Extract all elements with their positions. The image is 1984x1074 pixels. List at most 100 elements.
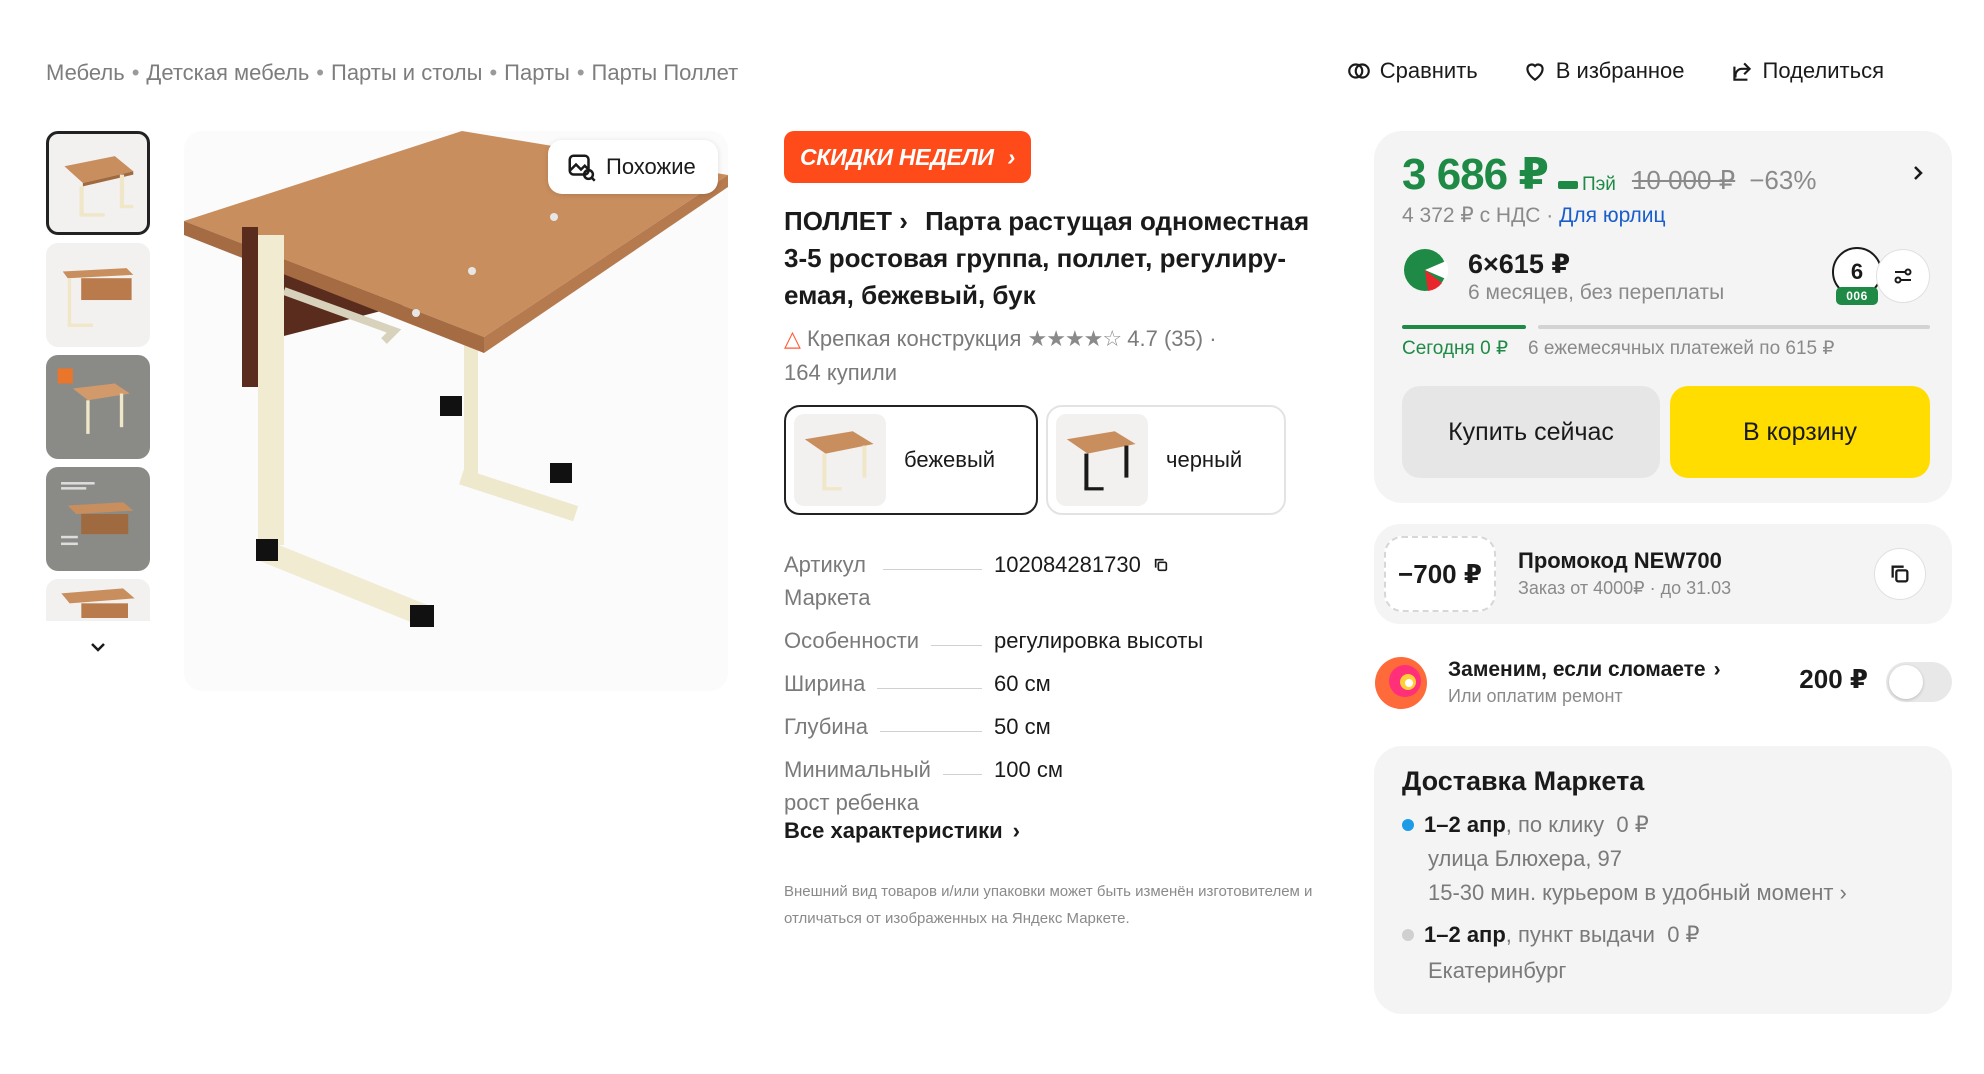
courier-date: 1–2 апр [1424, 812, 1506, 837]
product-actions: Сравнить В избранное Поделиться [1346, 58, 1884, 84]
courier-delivery-option[interactable]: 1–2 апр, по клику 0 ₽ [1402, 812, 1649, 838]
pay-price-tag: Пэй [1557, 174, 1616, 196]
spec-value: 102084281730 [994, 548, 1169, 581]
spec-name: Артикул Маркета [784, 548, 994, 614]
copy-icon[interactable] [1153, 557, 1169, 573]
chevron-right-icon: › [1839, 880, 1847, 905]
status-dot [1402, 819, 1414, 831]
discount-percent: −63% [1749, 165, 1817, 195]
protection-toggle[interactable] [1886, 662, 1952, 702]
courier-time-link[interactable]: 15-30 мин. курьером в удобный момент › [1428, 880, 1847, 906]
variant-beige[interactable]: бежевый [784, 405, 1038, 515]
spec-name: Особенности [784, 624, 994, 657]
breadcrumb-item[interactable]: Парты [504, 60, 570, 86]
spec-row: Глубина 50 см [784, 710, 1304, 743]
desk-image [61, 482, 134, 546]
reviews-count[interactable]: (35) [1164, 326, 1203, 351]
split-icon [1404, 249, 1448, 291]
old-price: 10 000 ₽ [1631, 165, 1736, 195]
split-settings-button[interactable] [1876, 249, 1930, 303]
rating-stars: ★★★★☆ [1027, 326, 1123, 351]
pickup-city[interactable]: Екатеринбург [1428, 958, 1566, 984]
chevron-right-icon: › [1007, 143, 1016, 170]
thumbnail-1[interactable] [46, 131, 150, 235]
product-main-image[interactable] [184, 131, 728, 691]
bought-count: 164 купили [784, 360, 898, 385]
spec-row: Особенности регулировка высоты [784, 624, 1304, 657]
variant-label: черный [1166, 447, 1243, 472]
promo-code-card: −700 ₽ Промокод NEW700 Заказ от 4000₽ · … [1374, 524, 1952, 624]
desk-image [61, 588, 135, 618]
desk-image [184, 131, 728, 627]
share-icon [1732, 62, 1751, 81]
weekly-discounts-badge[interactable]: СКИДКИ НЕДЕЛИ › [784, 131, 1031, 183]
thumbnail-4[interactable] [46, 467, 150, 571]
thumbnail-3[interactable] [46, 355, 150, 459]
breadcrumb-item[interactable]: Парты и столы [331, 60, 482, 86]
breadcrumb-separator: • [576, 60, 585, 85]
share-button[interactable]: Поделиться [1729, 58, 1884, 84]
specs-list: Артикул Маркета 102084281730 Особенности … [784, 548, 1304, 829]
protection-title-link[interactable]: Заменим, если сломаете › [1448, 658, 1721, 682]
breadcrumb-item[interactable]: Мебель [46, 60, 125, 86]
buy-now-button[interactable]: Купить сейчас [1402, 386, 1660, 478]
thumbnails-expand-button[interactable] [46, 635, 150, 664]
status-dot [1402, 929, 1414, 941]
desk-image [1066, 431, 1136, 491]
payment-progress [1402, 325, 1930, 329]
pay-monthly: 6 ежемесячных платежей по 615 ₽ [1528, 338, 1835, 359]
sku-value: 102084281730 [994, 552, 1141, 577]
split-payment[interactable]: 6×615 ₽ 6 месяцев, без переплаты 6 006 [1402, 247, 1930, 307]
desk-image [57, 368, 130, 434]
variant-black[interactable]: черный [1046, 405, 1286, 515]
desk-image [804, 431, 874, 491]
legal-entities-link[interactable]: Для юрлиц [1559, 204, 1665, 227]
pickup-date: 1–2 апр [1424, 922, 1506, 947]
compare-button[interactable]: Сравнить [1346, 58, 1478, 84]
spec-name: Глубина [784, 710, 994, 743]
color-variants: бежевый черный [784, 405, 1286, 515]
promo-subtitle: Заказ от 4000₽ · до 31.03 [1518, 578, 1732, 598]
rating-value[interactable]: 4.7 [1127, 326, 1158, 351]
spec-name: Минимальный рост ребенка [784, 753, 994, 819]
breadcrumb-item[interactable]: Парты Поллет [592, 60, 739, 86]
compare-icon [1347, 63, 1370, 79]
variant-label: бежевый [904, 447, 996, 472]
courier-address[interactable]: улица Блюхера, 97 [1428, 846, 1622, 872]
protection-logo-icon [1375, 657, 1427, 709]
heart-icon [1526, 63, 1544, 81]
protection-price: 200 ₽ [1799, 664, 1868, 694]
product-title: ПОЛЛЕТ › Парта растущая одноместная 3-5 … [784, 203, 1324, 314]
buy-card: 3 686 ₽ Пэй 10 000 ₽ −63% 4 372 ₽ с НДС … [1374, 131, 1952, 503]
vat-price: 4 372 ₽ с НДС [1402, 204, 1541, 227]
chevron-right-icon[interactable] [1906, 161, 1930, 185]
breadcrumb-separator: • [316, 60, 324, 85]
brand-link[interactable]: ПОЛЛЕТ › [784, 206, 908, 236]
promo-amount: −700 ₽ [1384, 536, 1496, 612]
payment-schedule: Сегодня 0 ₽ 6 ежемесячных платежей по 61… [1402, 337, 1835, 360]
spec-name: Ширина [784, 667, 994, 700]
thumbnail-2[interactable] [46, 243, 150, 347]
add-to-cart-button[interactable]: В корзину [1670, 386, 1930, 478]
pickup-method: , пункт выдачи [1505, 922, 1655, 947]
protection-offer: Заменим, если сломаете › Или оплатим ремо… [1374, 656, 1952, 722]
desk-image [62, 268, 134, 327]
similar-images-icon [568, 154, 596, 182]
breadcrumb-item[interactable]: Детская мебель [146, 60, 309, 86]
protection-subtitle: Или оплатим ремонт [1448, 686, 1623, 706]
courier-method: , по клику [1505, 812, 1605, 837]
pickup-delivery-option[interactable]: 1–2 апр, пункт выдачи 0 ₽ [1402, 922, 1700, 948]
disclaimer: Внешний вид товаров и/или упаковки может… [784, 883, 1313, 927]
all-specs-link[interactable]: Все характеристики › [784, 818, 1020, 844]
chevron-right-icon: › [1012, 818, 1020, 843]
favorite-button[interactable]: В избранное [1522, 58, 1685, 84]
price-row[interactable]: 3 686 ₽ Пэй 10 000 ₽ −63% [1402, 149, 1816, 200]
spec-value: 50 см [994, 714, 1051, 739]
pay-card-icon [1557, 181, 1578, 189]
current-price: 3 686 ₽ [1402, 150, 1549, 199]
copy-promo-button[interactable] [1874, 548, 1926, 600]
all-specs-label: Все характеристики [784, 818, 1003, 843]
promo-title: Промокод NEW700 [1518, 548, 1722, 573]
similar-button[interactable]: Похожие [548, 140, 718, 194]
thumbnail-5[interactable] [46, 579, 150, 621]
